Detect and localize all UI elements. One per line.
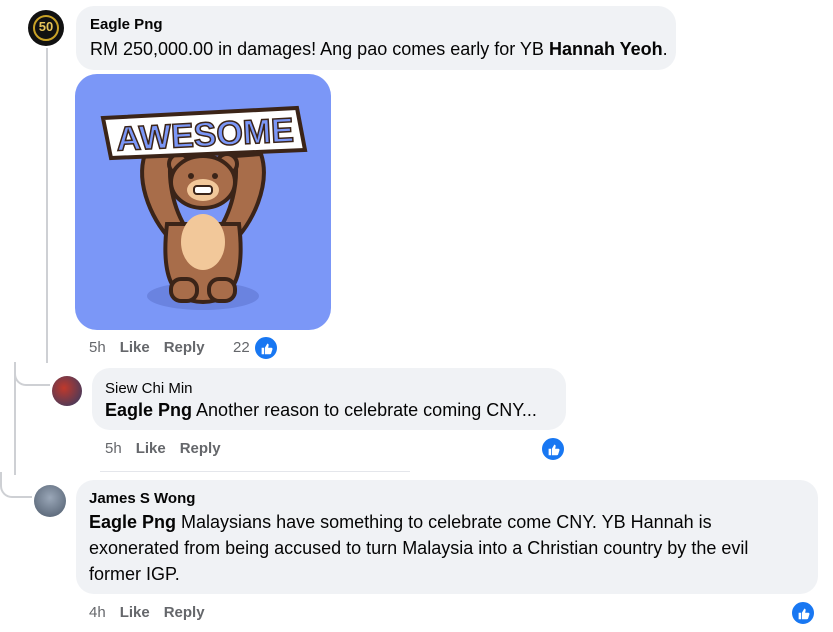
comment-text-part: Malaysians have something to celebrate c… [89, 512, 749, 584]
mention-link[interactable]: Eagle Png [105, 400, 192, 420]
thumbs-up-icon[interactable] [253, 335, 279, 361]
comment-bubble: Eagle Png RM 250,000.00 in damages! Ang … [76, 6, 676, 70]
reply-button[interactable]: Reply [180, 440, 221, 457]
like-button[interactable]: Like [136, 440, 166, 457]
comment-bubble: James S Wong Eagle Png Malaysians have s… [76, 480, 818, 594]
reaction-count[interactable]: 22 [233, 339, 250, 356]
mention-link[interactable]: Eagle Png [89, 512, 176, 532]
comment-text: Eagle Png Malaysians have something to c… [89, 509, 794, 587]
bear-sticker-graphic: AWESOME [100, 105, 308, 310]
comment-time[interactable]: 5h [105, 440, 122, 457]
comment-actions: 5h Like Reply [105, 440, 235, 457]
thread-connector [0, 472, 32, 498]
thread-line [46, 48, 48, 363]
comment-time[interactable]: 4h [89, 604, 106, 621]
reply-button[interactable]: Reply [164, 604, 205, 621]
comment-actions: 5h Like Reply [89, 339, 219, 356]
thread-connector [14, 362, 50, 386]
like-button[interactable]: Like [120, 339, 150, 356]
comment-author[interactable]: Siew Chi Min [105, 380, 193, 397]
comment-author[interactable]: James S Wong [89, 490, 195, 507]
avatar[interactable] [34, 485, 66, 517]
comment-text-part: RM 250,000.00 in damages! Ang pao comes … [90, 39, 549, 59]
divider [100, 471, 410, 472]
thumbs-up-icon[interactable] [790, 600, 816, 626]
comment-actions: 4h Like Reply [89, 604, 219, 621]
comment-text-part: . [662, 39, 668, 59]
mention-link[interactable]: Hannah Yeoh [549, 39, 663, 59]
comment-text: RM 250,000.00 in damages! Ang pao comes … [90, 36, 668, 62]
avatar-badge: 50 [38, 19, 54, 34]
sticker-image[interactable]: AWESOME [75, 74, 331, 330]
thumbs-up-icon[interactable] [540, 436, 566, 462]
avatar[interactable]: 50 [28, 10, 64, 46]
comment-bubble: Siew Chi Min Eagle Png Another reason to… [92, 368, 566, 430]
reply-button[interactable]: Reply [164, 339, 205, 356]
like-button[interactable]: Like [120, 604, 150, 621]
comment-text-part: Another reason to celebrate coming CNY..… [192, 400, 537, 420]
avatar[interactable] [52, 376, 82, 406]
comment-text: Eagle Png Another reason to celebrate co… [105, 397, 537, 423]
comment-author[interactable]: Eagle Png [90, 16, 163, 33]
comment-time[interactable]: 5h [89, 339, 106, 356]
